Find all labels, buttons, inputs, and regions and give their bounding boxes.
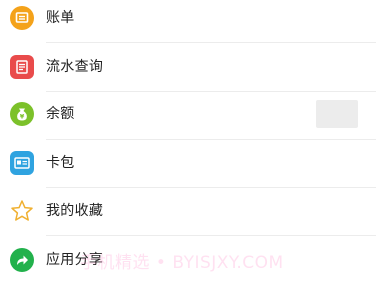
menu-item-transaction-query[interactable]: 流水查询: [0, 43, 376, 91]
menu-item-label: 我的收藏: [46, 203, 104, 219]
star-icon: [10, 199, 34, 223]
menu-item-label: 流水查询: [46, 59, 104, 75]
menu-item-card-wallet[interactable]: 卡包: [0, 139, 376, 187]
menu-item-label: 卡包: [46, 155, 75, 171]
bill-icon: [10, 6, 34, 30]
menu-item-label: 账单: [46, 10, 75, 26]
svg-text:¥: ¥: [20, 112, 25, 120]
card-wallet-icon: [10, 151, 34, 175]
menu-item-bill[interactable]: 账单: [0, 0, 376, 42]
balance-icon: ¥: [10, 102, 34, 126]
transaction-query-icon: [10, 55, 34, 79]
menu-item-label: 余额: [46, 106, 75, 122]
share-icon: [10, 248, 34, 272]
balance-value-masked: [316, 100, 358, 128]
menu-item-favorites[interactable]: 我的收藏: [0, 187, 376, 235]
watermark: 手机精选 • BYISJXY.COM: [80, 253, 284, 273]
